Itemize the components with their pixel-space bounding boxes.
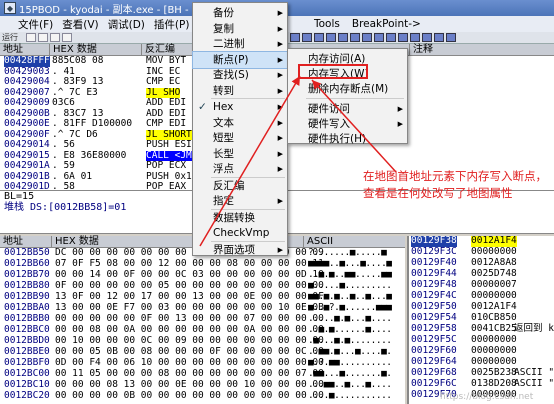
debugger-window: ◆ 15PBOD - kyodai - 副本.exe - [BH - 主线程, …	[0, 0, 554, 404]
watermark: https://blog.csdn.net	[440, 392, 534, 402]
arrow-to-context-menu	[199, 75, 301, 247]
annotation-text: 在地图首地址元素下内存写入断点，查看是在何处改写了地图属性	[363, 169, 547, 200]
arrow-from-annotation	[311, 79, 397, 173]
annotation-arrows	[199, 75, 397, 247]
